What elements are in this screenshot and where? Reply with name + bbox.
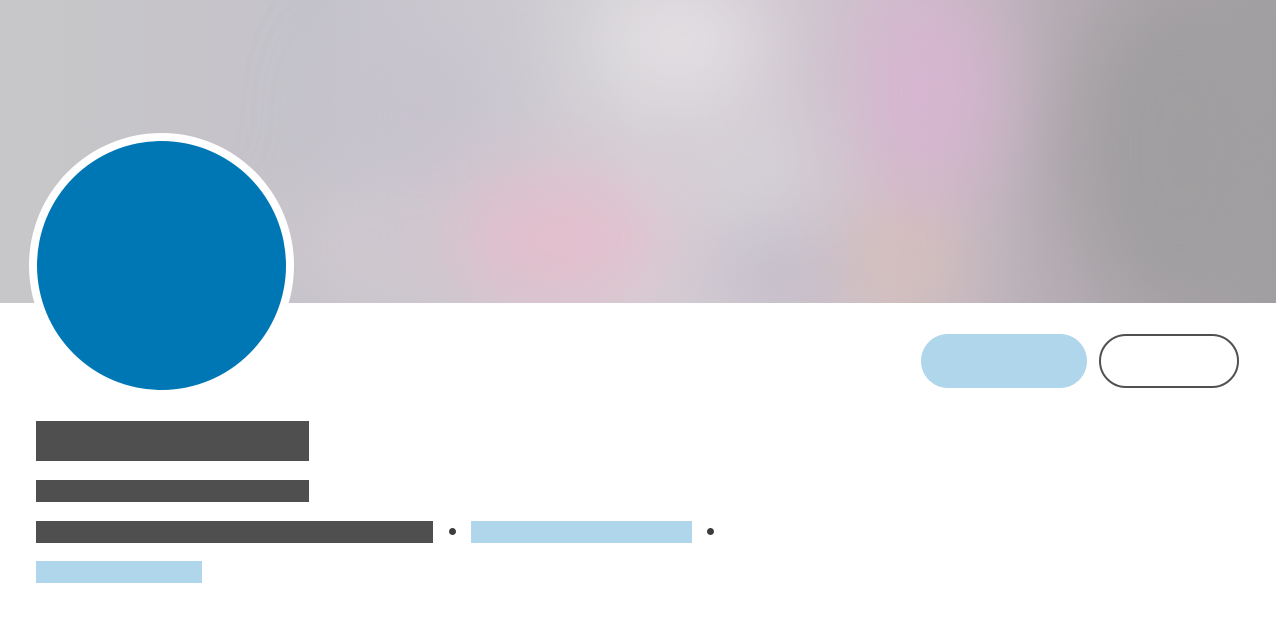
secondary-action-button[interactable]: [1099, 334, 1239, 388]
separator-dot: [707, 528, 714, 535]
profile-headline-placeholder: [36, 480, 309, 502]
profile-card: [0, 0, 1276, 622]
profile-location-placeholder: [36, 521, 433, 543]
connections-link-placeholder[interactable]: [471, 521, 692, 543]
profile-name-placeholder: [36, 421, 309, 461]
primary-action-button[interactable]: [921, 334, 1087, 388]
avatar[interactable]: [37, 141, 286, 390]
separator-dot: [449, 528, 456, 535]
contact-info-link-placeholder[interactable]: [36, 561, 202, 583]
